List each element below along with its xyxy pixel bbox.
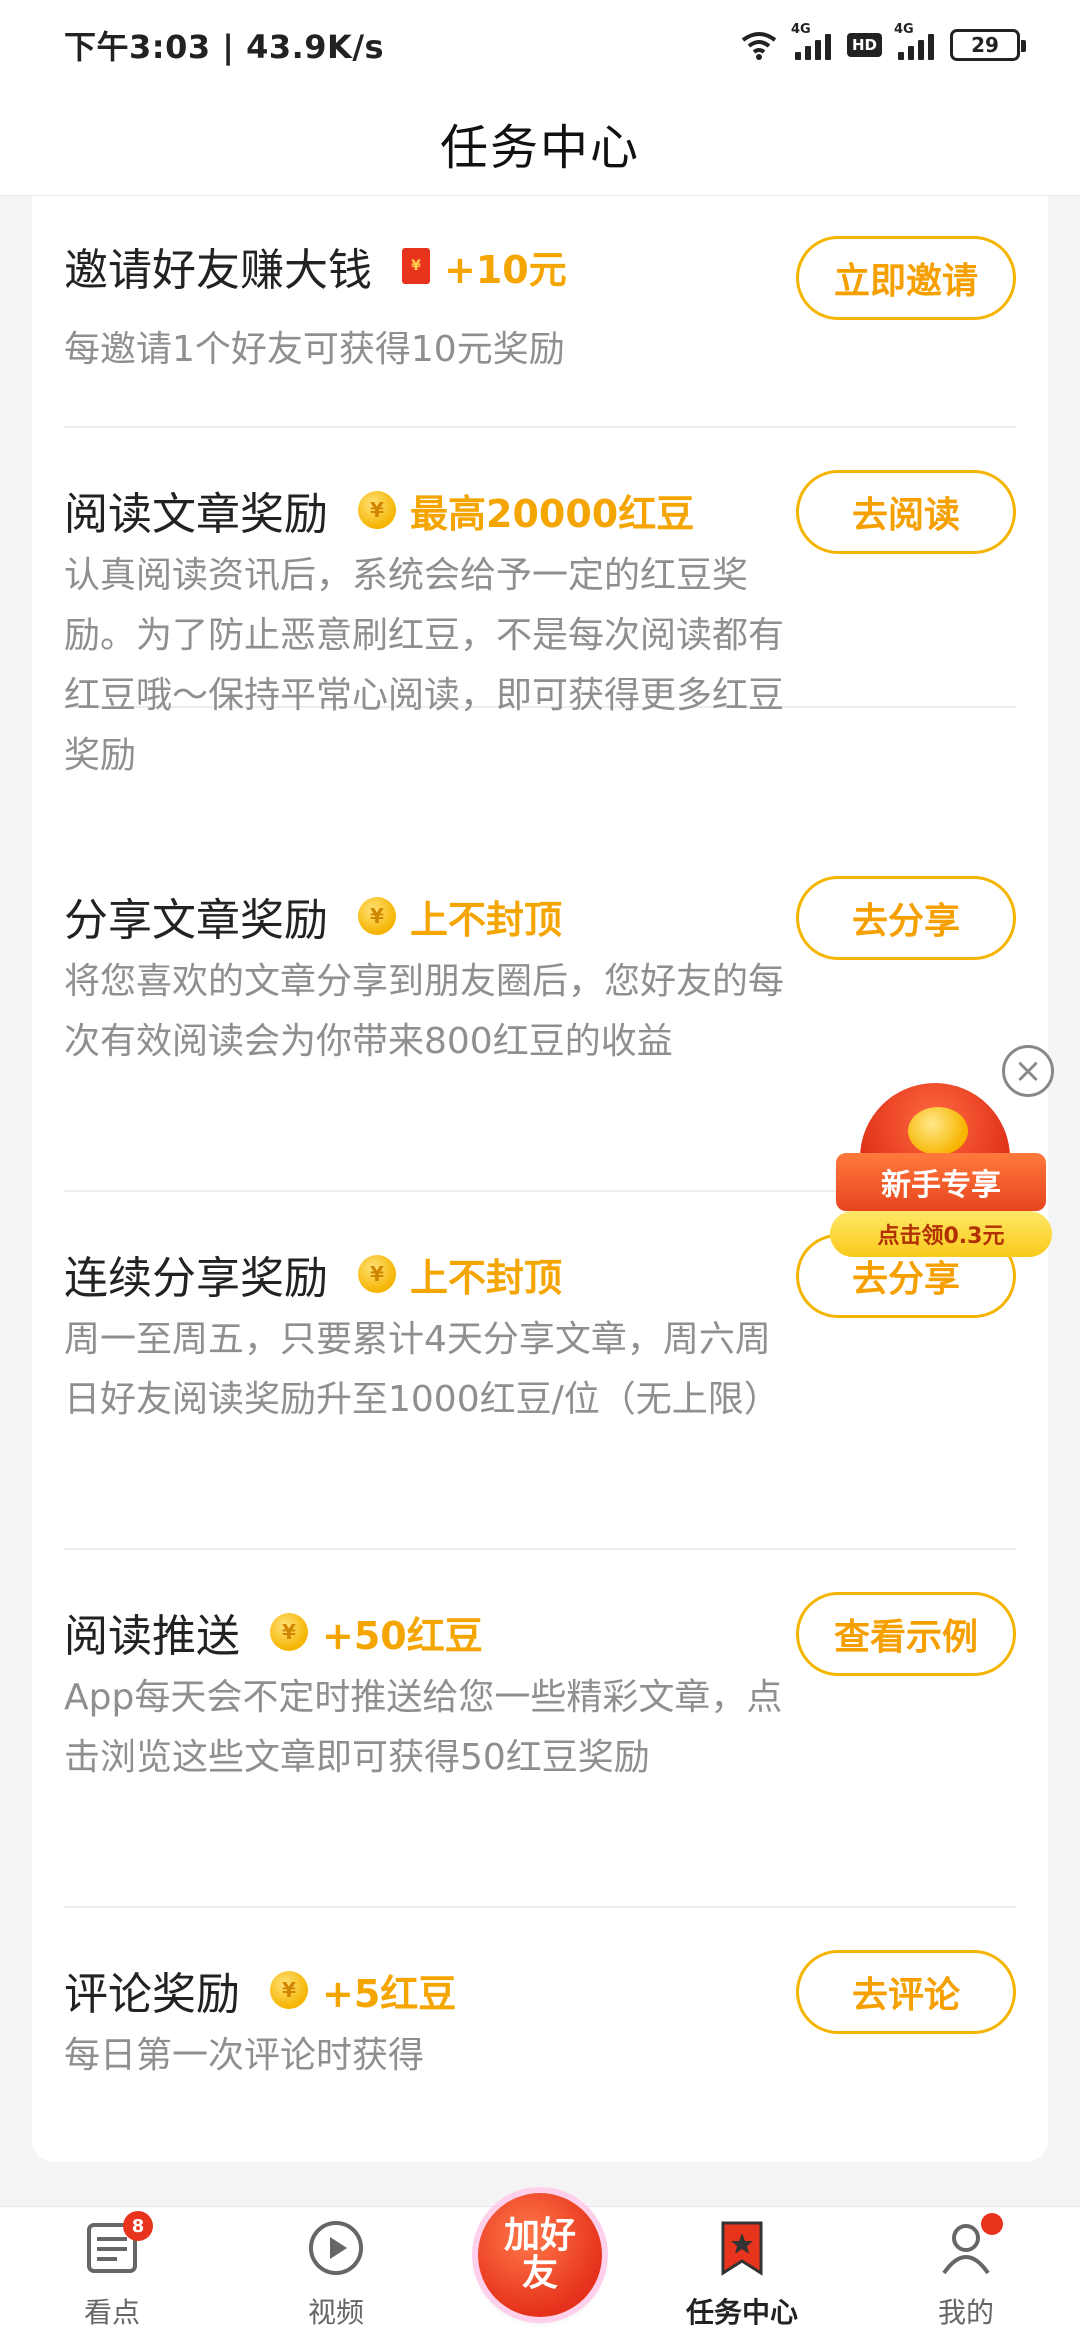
news-list-icon: 8 (83, 2211, 153, 2277)
task-description: 将您喜欢的文章分享到朋友圈后，您好友的每次有效阅读会为你带来800红豆的收益 (64, 961, 785, 1062)
promo-title: 新手专享 (836, 1153, 1046, 1211)
task-reward: +10元 (444, 247, 567, 292)
task-reward: 最高20000红豆 (410, 491, 695, 536)
coin-icon: ¥ (358, 897, 396, 935)
nav-label: 任务中心 (685, 2296, 798, 2329)
task-read-push: 阅读推送 ¥ +50红豆 App每天会不定时推送给您一些精彩文章，点击浏览这些文… (64, 1550, 1016, 1908)
user-icon (937, 2213, 1003, 2277)
signal-icon-1: 4G (791, 22, 831, 60)
network-label-1: 4G (790, 22, 811, 37)
share-button[interactable]: 去分享 (796, 876, 1016, 960)
bookmark-star-icon (713, 2219, 771, 2277)
task-reward: +50红豆 (322, 1613, 483, 1658)
invite-button[interactable]: 立即邀请 (796, 236, 1016, 320)
task-comment: 评论奖励 ¥ +5红豆 每日第一次评论时获得 去评论 (64, 1908, 1016, 2162)
task-description: 周一至周五，只要累计4天分享文章，周六周日好友阅读奖励升至1000红豆/位（无上… (64, 1319, 780, 1420)
task-title: 阅读推送 (64, 1611, 240, 1662)
nav-label: 我的 (937, 2296, 994, 2329)
read-button[interactable]: 去阅读 (796, 470, 1016, 554)
nav-label: 视频 (307, 2296, 364, 2329)
coin-icon: ¥ (270, 1613, 308, 1651)
newbie-promo[interactable]: 新手专享 点击领0.3元 × (830, 1045, 1054, 1265)
task-read-article: 阅读文章奖励 ¥ 最高20000红豆 认真阅读资讯后，系统会给予一定的红豆奖励。… (64, 428, 1016, 776)
task-reward: +5红豆 (322, 1971, 457, 2016)
coin-icon: ¥ (358, 491, 396, 529)
bottom-nav: 8 看点 视频 加好友 任务中心 我的 (0, 2193, 1080, 2340)
task-title: 评论奖励 (64, 1969, 240, 2020)
task-description: 每邀请1个好友可获得10元奖励 (64, 329, 565, 370)
battery-icon: 29 (950, 29, 1026, 61)
task-reward: 上不封顶 (410, 897, 563, 942)
nav-item-mine[interactable]: 我的 (896, 2207, 1036, 2340)
network-label-2: 4G (894, 22, 914, 37)
nav-label: 看点 (83, 2296, 140, 2329)
nav-item-kandian[interactable]: 8 看点 (42, 2207, 182, 2340)
signal-icon-2: 4G (894, 22, 934, 60)
task-description: App每天会不定时推送给您一些精彩文章，点击浏览这些文章即可获得50红豆奖励 (64, 1677, 783, 1778)
task-title: 阅读文章奖励 (64, 489, 328, 540)
task-description: 认真阅读资讯后，系统会给予一定的红豆奖励。为了防止恶意刷红豆，不是每次阅读都有红… (64, 555, 785, 776)
coin-icon (908, 1107, 968, 1155)
wifi-icon (741, 32, 777, 60)
coin-icon: ¥ (358, 1255, 396, 1293)
nav-item-video[interactable]: 视频 (266, 2207, 406, 2340)
battery-level: 29 (971, 33, 999, 57)
task-invite-friends: 邀请好友赚大钱 ¥ +10元 每邀请1个好友可获得10元奖励 立即邀请 (64, 196, 1016, 428)
task-title: 邀请好友赚大钱 (64, 245, 372, 296)
coin-icon: ¥ (270, 1971, 308, 2009)
task-description: 每日第一次评论时获得 (64, 2035, 425, 2076)
task-title: 连续分享奖励 (64, 1253, 328, 1304)
comment-button[interactable]: 去评论 (796, 1950, 1016, 2034)
task-title: 分享文章奖励 (64, 895, 328, 946)
promo-subtitle: 点击领0.3元 (830, 1211, 1052, 1257)
play-icon (307, 2219, 365, 2277)
red-packet-icon: ¥ (402, 248, 430, 284)
page-title: 任务中心 (439, 119, 640, 176)
add-friend-label: 加好友 (503, 2215, 576, 2294)
status-bar: 下午3:03 | 43.9K/s 4G HD 4G 29 (0, 0, 1080, 90)
status-icons: 4G HD 4G 29 (739, 22, 1026, 61)
view-example-button[interactable]: 查看示例 (796, 1592, 1016, 1676)
add-friend-button[interactable]: 加好友 (478, 2193, 602, 2317)
task-reward: 上不封顶 (410, 1255, 563, 1300)
notification-dot (981, 2213, 1003, 2235)
status-time-speed: 下午3:03 | 43.9K/s (64, 28, 385, 66)
unread-badge: 8 (123, 2211, 153, 2241)
close-icon[interactable]: × (1002, 1045, 1054, 1097)
hd-icon: HD (846, 33, 882, 57)
title-bar: 任务中心 (0, 90, 1080, 196)
nav-item-task-center[interactable]: 任务中心 (672, 2207, 812, 2340)
